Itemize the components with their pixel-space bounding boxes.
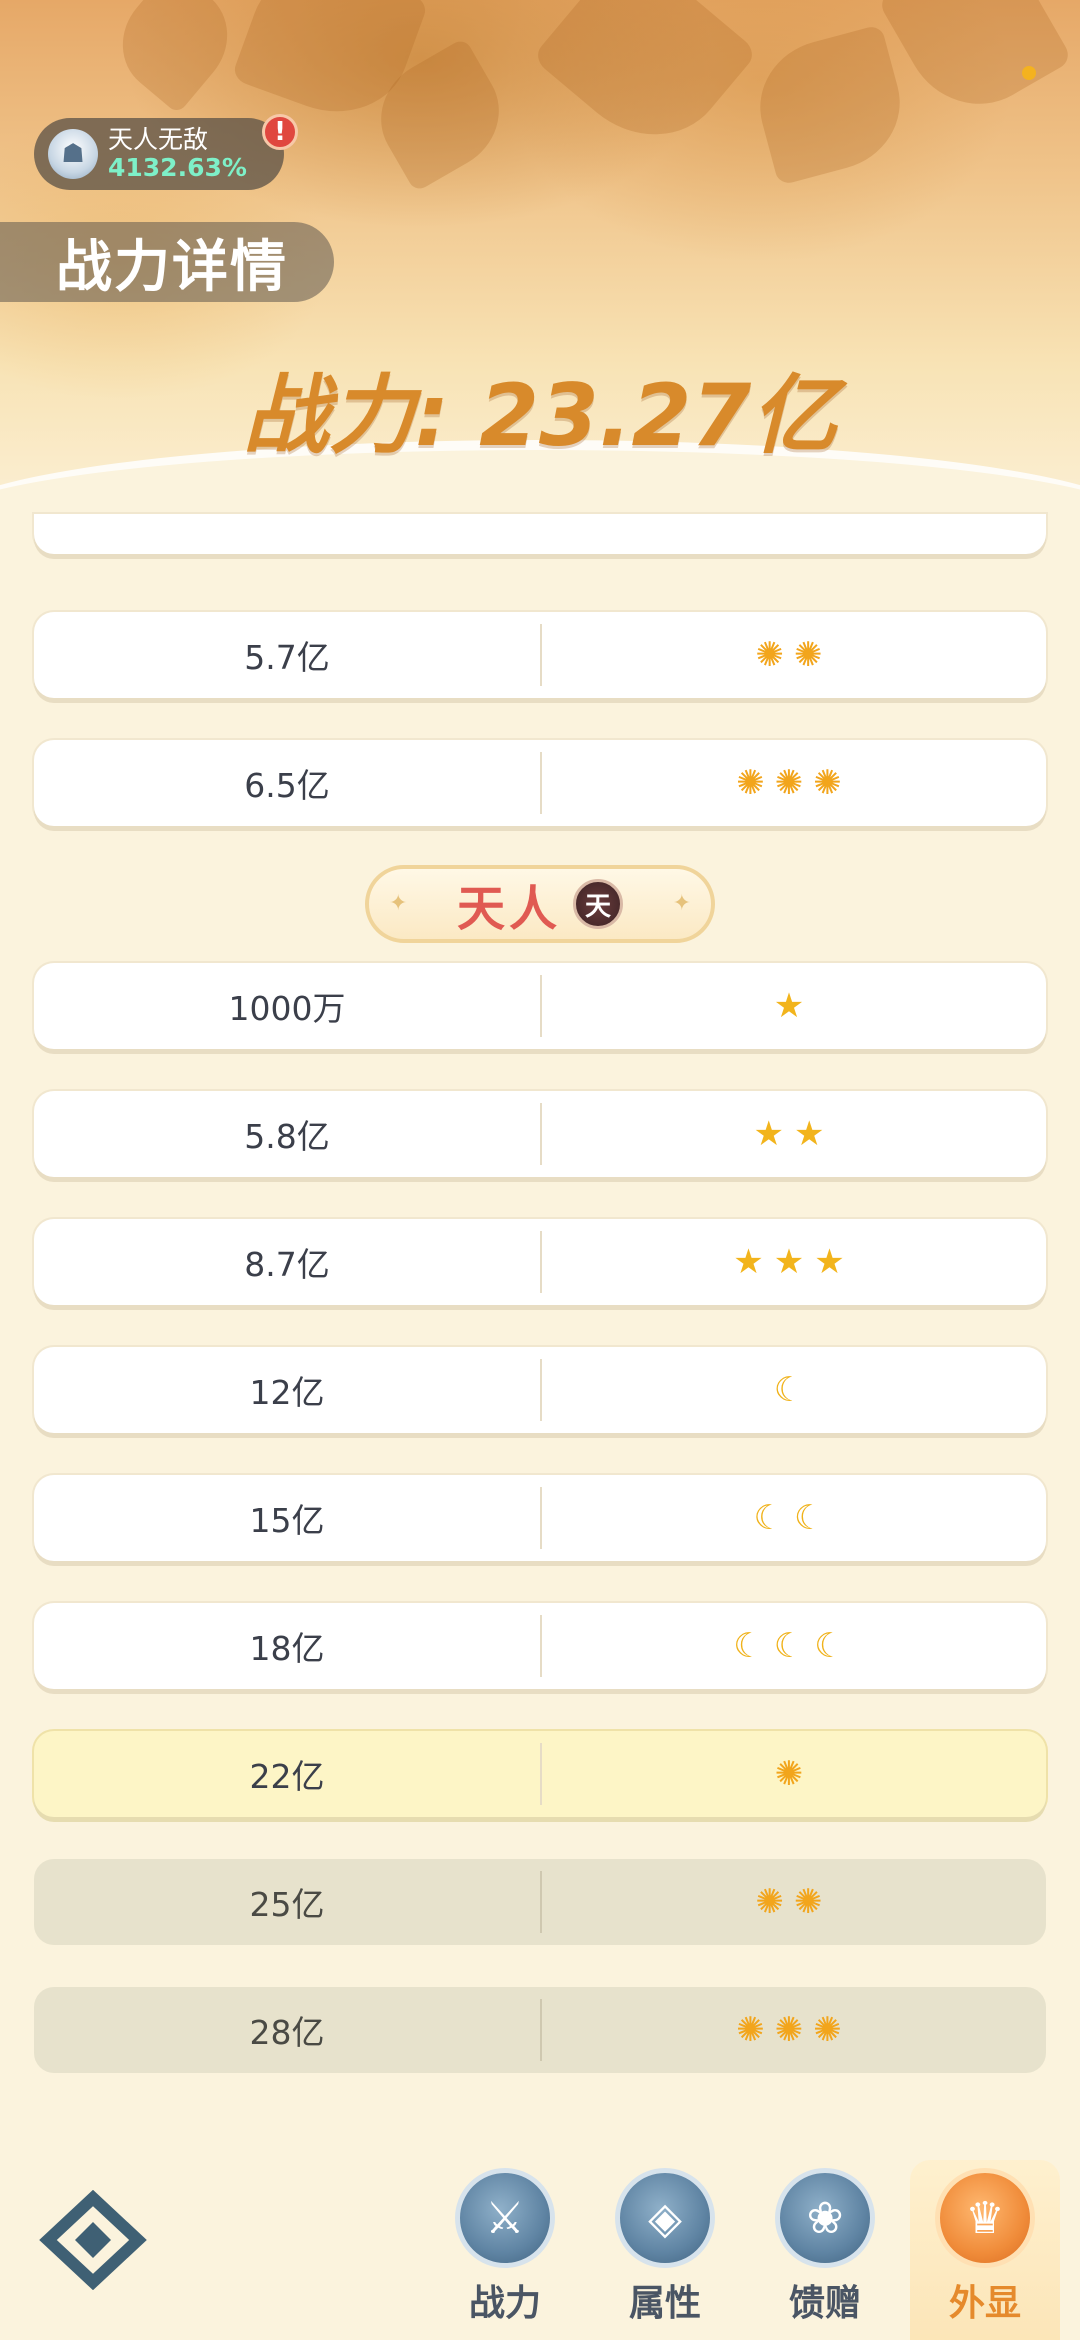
tier-name: 天人 xyxy=(456,881,561,937)
table-row-locked: 28亿 ✺✺✺ xyxy=(34,1987,1046,2073)
bottom-nav: ⚔ 战力 ◈ 属性 ❀ 馈赠 ♛ 外显 xyxy=(0,2150,1080,2340)
indicator-dot xyxy=(1022,66,1036,80)
table-row: 5.8亿 ★★ xyxy=(34,1091,1046,1177)
milestone-value: 22亿 xyxy=(249,1757,325,1796)
tier-banner: ✦ 天人 天 ✦ xyxy=(365,865,715,943)
table-row: 8.7亿 ★★★ xyxy=(34,1219,1046,1305)
milestone-value: 5.7亿 xyxy=(244,638,330,677)
title-badge[interactable]: ☗ 天人无敌 4132.63% xyxy=(34,118,284,190)
gift-icon: ❀ xyxy=(775,2168,875,2268)
milestone-value: 8.7亿 xyxy=(244,1245,330,1284)
moon-icon: ☾☾ xyxy=(753,1498,835,1538)
table-row: 18亿 ☾☾☾ xyxy=(34,1603,1046,1689)
swords-icon: ⚔ xyxy=(455,2168,555,2268)
table-row: 6.5亿 ✺✺✺ xyxy=(34,740,1046,826)
sun-icon: ✺✺ xyxy=(755,635,833,675)
milestone-value: 25亿 xyxy=(249,1885,325,1924)
tier-emblem-icon: 天 xyxy=(573,879,623,929)
table-row: 15亿 ☾☾ xyxy=(34,1475,1046,1561)
milestone-value: 6.5亿 xyxy=(244,766,330,805)
nav-tab-gift[interactable]: ❀ 馈赠 xyxy=(750,2160,900,2340)
table-row-locked: 25亿 ✺✺ xyxy=(34,1859,1046,1945)
table-row-current: 22亿 ✺ xyxy=(34,1731,1046,1817)
page-title: 战力详情 xyxy=(0,222,334,302)
milestone-value: 28亿 xyxy=(249,2013,325,2052)
sun-icon: ✺✺ xyxy=(755,1882,833,1922)
milestone-value: 18亿 xyxy=(249,1629,325,1668)
sun-icon: ✺ xyxy=(774,1754,814,1794)
milestone-value: 1000万 xyxy=(228,989,346,1028)
table-row: 5.7亿 ✺✺ xyxy=(34,612,1046,698)
milestone-value: 5.8亿 xyxy=(244,1117,330,1156)
sun-icon: ✺✺✺ xyxy=(736,2010,852,2050)
table-row xyxy=(34,514,1046,554)
sun-icon: ✺✺✺ xyxy=(736,763,852,803)
table-row: 12亿 ☾ xyxy=(34,1347,1046,1433)
menu-logo-icon[interactable] xyxy=(38,2190,148,2290)
nav-tab-power[interactable]: ⚔ 战力 xyxy=(430,2160,580,2340)
alert-icon[interactable]: ! xyxy=(262,114,298,150)
moon-icon: ☾☾☾ xyxy=(733,1626,855,1666)
shield-icon: ◈ xyxy=(615,2168,715,2268)
power-total: 战力: 23.27亿 xyxy=(242,366,838,466)
star-icon: ★★ xyxy=(753,1114,835,1154)
milestone-value: 12亿 xyxy=(249,1373,325,1412)
star-icon: ★ xyxy=(773,986,815,1026)
nav-tab-appearance[interactable]: ♛ 外显 xyxy=(910,2160,1060,2340)
crown-icon: ♛ xyxy=(935,2168,1035,2268)
nav-tab-attributes[interactable]: ◈ 属性 xyxy=(590,2160,740,2340)
star-icon: ★★★ xyxy=(733,1242,855,1282)
milestone-value: 15亿 xyxy=(249,1501,325,1540)
table-row: 1000万 ★ xyxy=(34,963,1046,1049)
moon-icon: ☾ xyxy=(773,1370,815,1410)
title-name: 天人无敌 xyxy=(108,125,209,154)
title-percent: 4132.63% xyxy=(108,153,247,182)
avatar-icon: ☗ xyxy=(48,129,98,179)
